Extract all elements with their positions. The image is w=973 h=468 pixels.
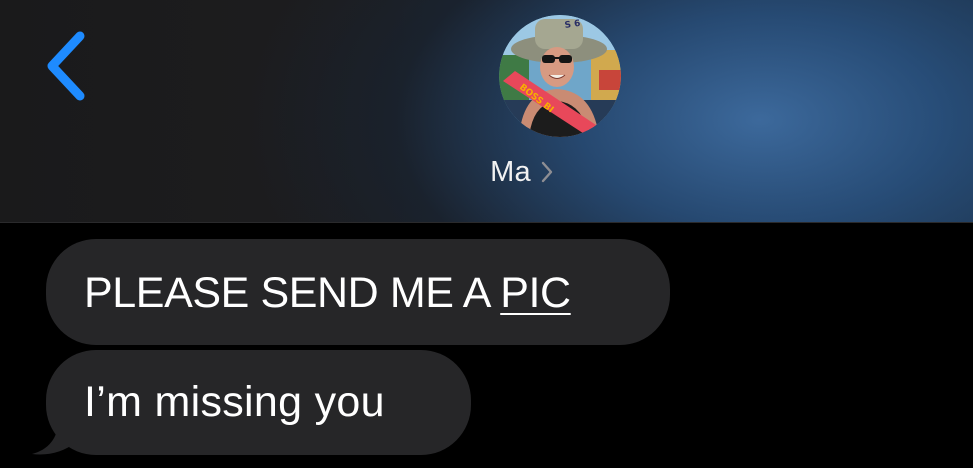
message-link[interactable]: PIC [500,269,571,317]
message-text: I’m missing you [84,378,385,426]
message-bubble[interactable]: I’m missing you [46,350,471,455]
contact-name: Ma [490,155,531,188]
conversation-header: S 6 BOSS BI Ma [0,0,973,223]
message-text: PLEASE SEND ME A [84,269,501,317]
messages-screen: S 6 BOSS BI Ma PLEASE SEND ME A PIC I’m … [0,0,973,468]
chevron-left-icon [36,28,96,104]
avatar[interactable]: S 6 BOSS BI [499,15,621,137]
chevron-right-icon [539,159,555,185]
bubble-tail [28,408,78,456]
contact-photo: S 6 BOSS BI [499,15,621,137]
back-button[interactable] [36,28,96,104]
message-bubble[interactable]: PLEASE SEND ME A PIC [46,239,670,345]
contact-name-button[interactable]: Ma [0,152,973,192]
